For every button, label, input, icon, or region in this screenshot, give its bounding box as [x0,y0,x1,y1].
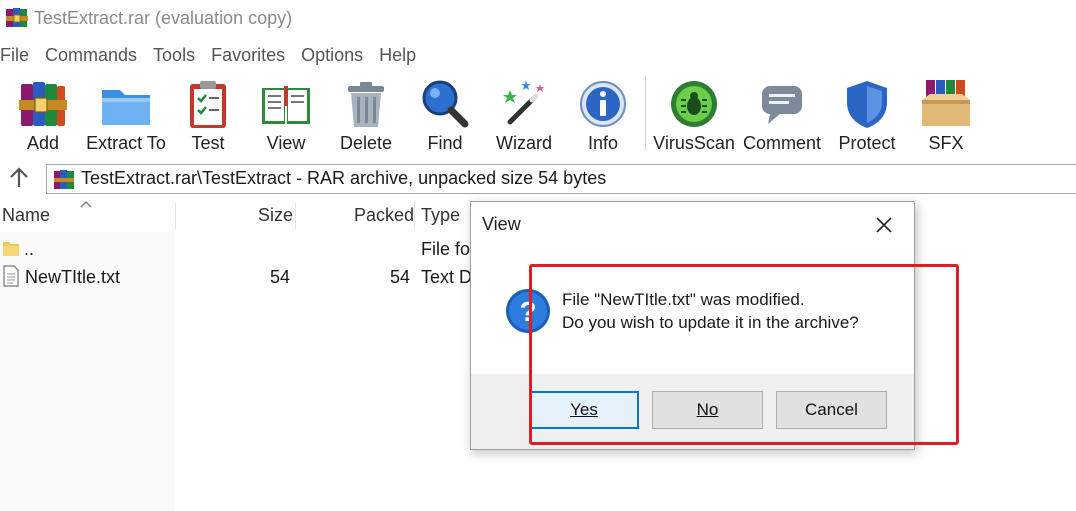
toolbar: Add Extract To Test View Delete Find Wiz… [0,70,1076,158]
comment-icon [762,86,802,124]
test-clipboard-icon [190,81,226,128]
menu-options[interactable]: Options [299,42,363,68]
cancel-button[interactable]: Cancel [776,391,887,429]
column-separator [414,202,415,230]
magnifier-icon [422,80,469,128]
question-icon: ? [506,289,550,333]
menu-help[interactable]: Help [377,42,416,68]
view-dialog: View ? File "NewTItle.txt" was modified.… [470,201,915,450]
folder-icon [3,242,19,256]
list-item-newtitle[interactable]: NewTItle.txt 54 54 Text D [0,263,520,291]
sfx-box-icon [922,80,970,126]
title-bar: TestExtract.rar (evaluation copy) [0,0,1076,38]
dialog-body: ? File "NewTItle.txt" was modified. Do y… [471,248,914,374]
row-name: NewTItle.txt [25,267,121,287]
add-button[interactable]: Add [3,72,83,158]
up-arrow-icon[interactable] [8,166,30,190]
sfx-button[interactable]: SFX [906,72,986,158]
row-type: File fo [421,239,471,259]
row-size: 54 [270,267,291,287]
extract-folder-icon [102,90,150,125]
column-header-size[interactable]: Size [258,198,293,232]
close-icon[interactable] [869,211,899,239]
menu-commands[interactable]: Commands [43,42,137,68]
yes-button[interactable]: Yes [529,391,639,429]
view-button[interactable]: View [246,72,326,158]
column-separator [295,202,296,230]
column-header-type[interactable]: Type [421,198,460,232]
address-field[interactable]: TestExtract.rar\TestExtract - RAR archiv… [46,164,1076,194]
dialog-footer: Yes No Cancel [471,374,914,449]
winrar-app-icon [6,8,28,27]
dialog-message-line1: File "NewTItle.txt" was modified. [562,290,805,309]
row-type: Text D [421,267,473,287]
window-title: TestExtract.rar (evaluation copy) [34,8,293,28]
row-packed: 54 [390,267,411,287]
menu-file[interactable]: File [0,42,29,68]
sfx-label: SFX [928,133,964,153]
protect-button[interactable]: Protect [827,72,907,158]
address-text: TestExtract.rar\TestExtract - RAR archiv… [81,168,607,188]
info-label: Info [587,133,619,153]
wizard-button[interactable]: Wizard [484,72,564,158]
column-header-packed[interactable]: Packed [354,198,414,232]
shield-icon [847,81,887,128]
row-name: .. [24,239,35,259]
menu-favorites[interactable]: Favorites [209,42,285,68]
wand-icon [503,80,544,125]
svg-text:?: ? [519,296,536,327]
column-header-name[interactable]: Name [2,198,50,232]
virus-scan-icon [671,81,717,127]
dialog-message-line2: Do you wish to update it in the archive? [562,313,859,332]
info-button[interactable]: Info [563,72,643,158]
no-button[interactable]: No [652,391,763,429]
trash-icon [348,82,384,127]
virusscan-label: VirusScan [653,133,735,153]
view-book-icon [262,86,310,124]
virusscan-button[interactable]: VirusScan [653,72,735,158]
list-item-parent-folder[interactable]: .. File fo [0,235,520,263]
column-separator [175,202,176,230]
archive-icon [54,170,74,189]
info-icon [580,81,626,127]
add-books-icon [19,82,67,126]
find-button[interactable]: Find [405,72,485,158]
menu-tools[interactable]: Tools [151,42,195,68]
text-file-icon [3,265,19,287]
sort-ascending-icon [80,201,92,208]
extract-to-button[interactable]: Extract To [86,72,166,158]
comment-button[interactable]: Comment [742,72,822,158]
menu-bar: File Commands Tools Favorites Options He… [0,42,430,68]
address-bar: TestExtract.rar\TestExtract - RAR archiv… [0,162,1076,196]
dialog-title: View [482,214,521,234]
delete-button[interactable]: Delete [326,72,406,158]
